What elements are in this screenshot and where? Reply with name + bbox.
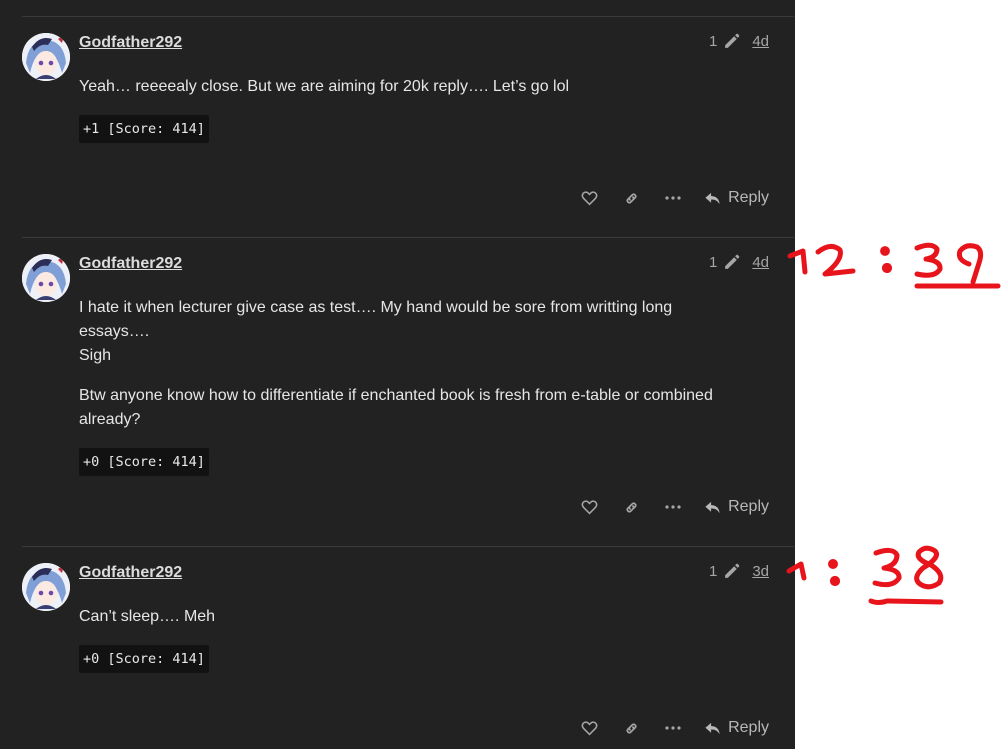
more-icon (665, 196, 681, 200)
post-paragraph: Can’t sleep…. Meh (79, 608, 216, 625)
reply-icon (705, 501, 720, 513)
post: Godfather292 1 4d I hate it when lecture… (22, 237, 794, 547)
reply-button[interactable]: Reply (704, 719, 769, 737)
score-badge: +1 [Score: 414] (79, 115, 209, 143)
more-icon (665, 505, 681, 509)
reply-button[interactable]: Reply (704, 498, 769, 516)
post-meta: 1 3d (709, 563, 769, 580)
avatar[interactable] (22, 563, 70, 611)
post-paragraph: I hate it when lecturer give case as tes… (79, 296, 739, 368)
reply-button[interactable]: Reply (704, 189, 769, 207)
edit-count[interactable]: 1 (709, 33, 717, 50)
like-button[interactable] (568, 492, 610, 522)
post-actions: Reply (568, 183, 769, 213)
post-body: I hate it when lecturer give case as tes… (79, 296, 739, 476)
pencil-icon[interactable] (723, 254, 740, 271)
pencil-icon[interactable] (723, 563, 740, 580)
handwritten-annotation-1239 (787, 242, 1001, 289)
post-meta: 1 4d (709, 33, 769, 50)
avatar[interactable] (22, 33, 70, 81)
heart-icon (581, 500, 598, 515)
post-date[interactable]: 4d (752, 254, 769, 271)
post-username[interactable]: Godfather292 (79, 34, 182, 52)
score-badge: +0 [Score: 414] (79, 645, 209, 673)
reply-icon (705, 722, 720, 734)
handwritten-annotation-138 (786, 545, 944, 605)
pencil-icon[interactable] (723, 33, 740, 50)
post-paragraph: Btw anyone know how to differentiate if … (79, 387, 713, 428)
post-actions: Reply (568, 713, 769, 743)
more-icon (665, 726, 681, 730)
edit-count[interactable]: 1 (709, 563, 717, 580)
reply-icon (705, 192, 720, 204)
like-button[interactable] (568, 713, 610, 743)
avatar[interactable] (22, 254, 70, 302)
copy-link-button[interactable] (610, 492, 652, 522)
copy-link-button[interactable] (610, 183, 652, 213)
post-body: Can’t sleep…. Meh +0 [Score: 414] (79, 605, 739, 673)
post-username[interactable]: Godfather292 (79, 255, 182, 273)
post-body: Yeah… reeeealy close. But we are aiming … (79, 75, 739, 143)
like-button[interactable] (568, 183, 610, 213)
post-date[interactable]: 3d (752, 563, 769, 580)
more-button[interactable] (652, 713, 694, 743)
link-icon (626, 192, 637, 204)
link-icon (626, 501, 637, 513)
more-button[interactable] (652, 492, 694, 522)
post-meta: 1 4d (709, 254, 769, 271)
reply-label: Reply (728, 719, 769, 736)
post-actions: Reply (568, 492, 769, 522)
copy-link-button[interactable] (610, 713, 652, 743)
post: Godfather292 1 4d Yeah… reeeealy close. … (22, 16, 794, 238)
post: Godfather292 1 3d Can’t sleep…. Meh +0 [… (22, 546, 794, 749)
heart-icon (581, 721, 598, 736)
link-icon (626, 722, 637, 734)
topic-feed: Godfather292 1 4d Yeah… reeeealy close. … (0, 0, 795, 749)
post-date[interactable]: 4d (752, 33, 769, 50)
reply-label: Reply (728, 498, 769, 515)
post-paragraph: Yeah… reeeealy close. But we are aiming … (79, 78, 570, 95)
post-username[interactable]: Godfather292 (79, 564, 182, 582)
post-line: I hate it when lecturer give case as tes… (79, 299, 673, 340)
reply-label: Reply (728, 189, 769, 206)
heart-icon (581, 191, 598, 206)
more-button[interactable] (652, 183, 694, 213)
post-line: Sigh (79, 347, 112, 364)
edit-count[interactable]: 1 (709, 254, 717, 271)
score-badge: +0 [Score: 414] (79, 448, 209, 476)
